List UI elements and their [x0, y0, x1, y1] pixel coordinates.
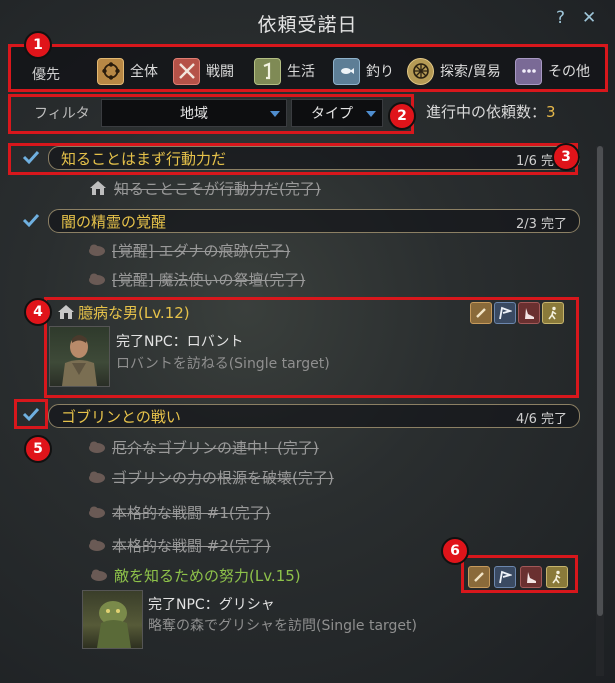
- flag-icon[interactable]: [494, 566, 516, 588]
- annotation-marker: 2: [388, 102, 416, 130]
- category-label: 全体: [130, 64, 158, 80]
- quest-group-title: 闇の精霊の覚醒: [61, 213, 167, 231]
- quest-title[interactable]: 敵を知るための努力(Lv.15): [114, 565, 301, 586]
- scroll-icon[interactable]: [468, 566, 490, 588]
- quest-item[interactable]: 厄介なゴブリンの連中！(完了): [88, 436, 319, 458]
- category-explore-button[interactable]: 探索/貿易: [407, 56, 501, 86]
- check-icon[interactable]: [22, 211, 40, 229]
- explore-icon: [407, 57, 434, 85]
- category-combat-button[interactable]: 戦闘: [173, 56, 234, 86]
- quest-item-title: [覚醒] 魔法使いの祭壇(完了): [112, 270, 306, 289]
- quest-item[interactable]: [覚醒] 魔法使いの祭壇(完了): [88, 268, 305, 290]
- cloud-icon: [89, 244, 105, 256]
- quest-group-title: 知ることはまず行動力だ: [61, 150, 227, 168]
- cloud-icon: [89, 506, 105, 518]
- cloud-icon: [91, 569, 107, 581]
- quest-description: 略奪の森でグリシャを訪問(Single target): [148, 618, 417, 634]
- scrollbar[interactable]: [596, 146, 604, 676]
- misc-icon: [515, 57, 542, 85]
- all-icon: [97, 57, 124, 85]
- quest-item[interactable]: 本格的な戦闘 #1(完了): [88, 501, 271, 523]
- walk-icon[interactable]: [546, 566, 568, 588]
- category-fishing-button[interactable]: 釣り: [333, 56, 394, 86]
- in-progress-count: 3: [546, 103, 556, 121]
- scrollbar-thumb[interactable]: [597, 146, 603, 616]
- quest-item[interactable]: 本格的な戦闘 #2(完了): [88, 534, 271, 556]
- quest-group-count: 4/6 完了: [515, 412, 567, 427]
- npc-portrait: [49, 326, 110, 387]
- check-icon[interactable]: [22, 148, 40, 166]
- walk-icon[interactable]: [542, 302, 564, 324]
- quest-item[interactable]: ゴブリンの力の根源を破壊(完了): [88, 466, 334, 488]
- annotation-marker: 3: [552, 143, 580, 171]
- category-misc-button[interactable]: その他: [515, 56, 590, 86]
- quest-item-title: [覚醒] エダナの痕跡(完子): [112, 241, 291, 260]
- quest-group-header[interactable]: ゴブリンとの戦い 4/6 完了: [48, 404, 580, 428]
- cloud-icon: [89, 539, 105, 551]
- house-icon: [90, 181, 106, 195]
- cloud-icon: [89, 471, 105, 483]
- region-dropdown[interactable]: 地域: [101, 99, 287, 127]
- filter-label: フィルタ: [34, 106, 90, 122]
- quest-group-count: 2/3 完了: [515, 217, 567, 232]
- help-button[interactable]: ?: [556, 8, 565, 28]
- boot-icon[interactable]: [520, 566, 542, 588]
- category-label: 釣り: [366, 64, 394, 80]
- house-icon: [58, 305, 74, 319]
- quest-item-title: 知ることこそが行動力だ(完了): [114, 179, 321, 198]
- quest-group-header[interactable]: 闇の精霊の覚醒 2/3 完了: [48, 209, 580, 233]
- quest-item-title: 本格的な戦闘 #1(完了): [112, 503, 271, 522]
- quest-item-title: 厄介なゴブリンの連中！(完了): [112, 438, 319, 457]
- npc-portrait: [82, 590, 143, 649]
- boot-icon[interactable]: [518, 302, 540, 324]
- check-icon[interactable]: [22, 405, 40, 423]
- scroll-icon[interactable]: [470, 302, 492, 324]
- quest-group-title: ゴブリンとの戦い: [61, 408, 181, 426]
- type-dropdown[interactable]: タイプ: [291, 99, 383, 127]
- quest-window: 依頼受諾日 ? ✕ 優先 全体 戦闘 生活 釣り 探索/貿易 その他 フィルタ …: [0, 0, 615, 683]
- quest-title[interactable]: 臆病な男(Lv.12): [78, 302, 190, 323]
- quest-item-title: 本格的な戦闘 #2(完了): [112, 536, 271, 555]
- category-label: 生活: [287, 64, 315, 80]
- annotation-marker: 4: [24, 298, 52, 326]
- category-all-button[interactable]: 全体: [97, 56, 158, 86]
- in-progress-counter: 進行中の依頼数：3: [426, 101, 556, 122]
- fishing-icon: [333, 57, 360, 85]
- npc-info: 完了NPC：グリシャ: [148, 597, 275, 613]
- category-label: その他: [548, 64, 590, 80]
- window-title: 依頼受諾日: [257, 14, 358, 36]
- annotation-marker: 1: [24, 31, 52, 59]
- npc-info: 完了NPC：ロバント: [116, 334, 244, 350]
- close-button[interactable]: ✕: [582, 8, 596, 28]
- annotation-marker: 6: [441, 537, 469, 565]
- quest-item[interactable]: [覚醒] エダナの痕跡(完子): [88, 239, 290, 261]
- category-label: 戦闘: [206, 64, 234, 80]
- type-dropdown-value: タイプ: [311, 106, 353, 122]
- life-icon: [254, 57, 281, 85]
- annotation-marker: 5: [24, 435, 52, 463]
- flag-icon[interactable]: [494, 302, 516, 324]
- priority-label: 優先: [32, 67, 60, 83]
- quest-item-title: ゴブリンの力の根源を破壊(完了): [112, 468, 334, 487]
- in-progress-label: 進行中の依頼数：: [426, 103, 547, 121]
- cloud-icon: [89, 441, 105, 453]
- quest-item[interactable]: 知ることこそが行動力だ(完了): [88, 177, 321, 199]
- cloud-icon: [89, 273, 105, 285]
- quest-description: ロバントを訪ねる(Single target): [116, 356, 330, 372]
- quest-group-header[interactable]: 知ることはまず行動力だ 1/6 完了: [48, 146, 580, 170]
- category-label: 探索/貿易: [440, 64, 501, 80]
- title-bar[interactable]: 依頼受諾日 ? ✕: [0, 0, 615, 42]
- category-life-button[interactable]: 生活: [254, 56, 315, 86]
- chevron-down-icon: [366, 111, 376, 117]
- region-dropdown-value: 地域: [180, 106, 208, 122]
- combat-icon: [173, 57, 200, 85]
- chevron-down-icon: [270, 111, 280, 117]
